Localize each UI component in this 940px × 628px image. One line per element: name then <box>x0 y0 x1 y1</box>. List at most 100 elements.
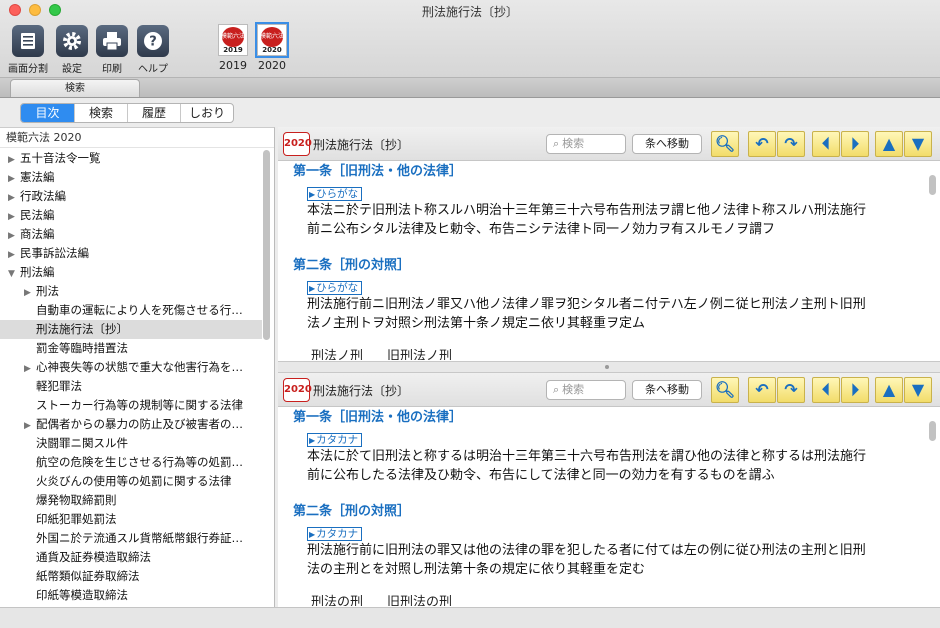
go-to-article-button[interactable]: 条へ移動 <box>632 380 702 400</box>
disclosure-arrow-icon[interactable]: ▶ <box>24 284 36 301</box>
tree-item[interactable]: ▶ 五十音法令一覧 <box>0 149 262 168</box>
tree-item[interactable]: 紙幣類似証券取締法 <box>0 567 262 586</box>
toc-tree: ▶ 五十音法令一覧 ▶ 憲法編 ▶ 行政法編 ▶ 民法編 ▶ 商法編 ▶ 民事訴訟法編 ▼ 刑… <box>0 149 262 605</box>
search-tab[interactable]: 検索 <box>10 79 140 97</box>
tree-item[interactable]: ▶ 商法編 <box>0 225 262 244</box>
help-label: ヘルプ <box>138 64 168 75</box>
article-body: 刑法施行前ニ旧刑法ノ罪又ハ他ノ法律ノ罪ヲ犯シタル者ニ付テハ左ノ例ニ従ヒ刑法ノ主刑… <box>307 297 866 331</box>
tree-item-selected[interactable]: 刑法施行法〔抄〕 <box>0 320 262 339</box>
forward-button[interactable]: ↷ <box>777 131 805 157</box>
pane-search-input[interactable]: ⌕ 検索 <box>546 380 626 400</box>
katakana-toggle[interactable]: ▶カタカナ <box>307 527 363 541</box>
disclosure-arrow-icon[interactable]: ▶ <box>8 246 20 263</box>
status-bar <box>0 607 940 628</box>
tree-item[interactable]: 罰金等臨時措置法 <box>0 339 262 358</box>
previous-law-button[interactable]: ⏴ <box>812 131 840 157</box>
tab-bookmarks[interactable]: しおり <box>180 104 233 122</box>
previous-law-button[interactable]: ⏴ <box>812 377 840 403</box>
skip-back-icon: ⏴ <box>821 380 830 399</box>
splitter-handle-icon[interactable] <box>605 365 609 369</box>
next-law-button[interactable]: ⏵ <box>841 131 869 157</box>
book-cover-icon: 模範六法 2019 <box>218 24 248 56</box>
tree-item[interactable]: ▶ 民事訴訟法編 <box>0 244 262 263</box>
go-to-article-button[interactable]: 条へ移動 <box>632 134 702 154</box>
forward-button[interactable]: ↷ <box>777 377 805 403</box>
tree-item[interactable]: 軽犯罪法 <box>0 377 262 396</box>
tree-item[interactable]: 印紙等模造取締法 <box>0 586 262 605</box>
help-icon: ? <box>137 25 169 57</box>
search-button[interactable]: 🔍︎ <box>711 131 739 157</box>
book-2019-label: 2019 <box>219 59 247 72</box>
window-titlebar: 刑法施行法〔抄〕 画面分割 設定 印刷 ? ヘルプ 模範六法 2019 2019 <box>0 0 940 78</box>
previous-article-button[interactable]: ▲ <box>875 131 903 157</box>
tab-search[interactable]: 検索 <box>74 104 127 122</box>
curved-forward-arrow-icon: ↷ <box>784 380 798 399</box>
help-button[interactable]: ? ヘルプ <box>128 25 178 75</box>
tree-item[interactable]: ▶ 憲法編 <box>0 168 262 187</box>
tree-item[interactable]: 通貨及証券模造取締法 <box>0 548 262 567</box>
back-button[interactable]: ↶ <box>748 377 776 403</box>
disclosure-arrow-icon[interactable]: ▶ <box>8 189 20 206</box>
search-button[interactable]: 🔍︎ <box>711 377 739 403</box>
tab-contents[interactable]: 目次 <box>21 104 74 122</box>
skip-forward-icon: ⏵ <box>850 380 859 399</box>
skip-back-icon: ⏴ <box>821 134 830 153</box>
penalty-table-header: 刑法の刑 旧刑法の刑 <box>311 595 453 606</box>
tree-item[interactable]: ▼ 刑法編 <box>0 263 262 282</box>
tree-item[interactable]: 外国ニ於テ流通スル貨幣紙幣銀行券証… <box>0 529 262 548</box>
edition-badge: 2020 <box>283 132 312 156</box>
tree-item[interactable]: ▶ 行政法編 <box>0 187 262 206</box>
pane-scrollbar[interactable] <box>929 175 936 195</box>
next-law-button[interactable]: ⏵ <box>841 377 869 403</box>
tree-item[interactable]: ▶ 心神喪失等の状態で重大な他害行為を… <box>0 358 262 377</box>
tree-item[interactable]: 火炎びんの使用等の処罰に関する法律 <box>0 472 262 491</box>
tree-item[interactable]: 印紙犯罪処罰法 <box>0 510 262 529</box>
triangle-down-icon: ▼ <box>911 380 925 399</box>
svg-text:?: ? <box>149 35 157 50</box>
book-2019-button[interactable]: 模範六法 2019 2019 <box>216 24 250 72</box>
pane-search-input[interactable]: ⌕ 検索 <box>546 134 626 154</box>
next-article-button[interactable]: ▼ <box>904 377 932 403</box>
lower-document-pane: 2020 刑法施行法〔抄〕 ⌕ 検索 条へ移動 🔍︎ ↶ ↷ ⏴ ⏵ ▲ ▼ 第一… <box>278 373 940 607</box>
tree-item[interactable]: ▶ 民法編 <box>0 206 262 225</box>
disclosure-arrow-icon[interactable]: ▶ <box>8 227 20 244</box>
next-article-button[interactable]: ▼ <box>904 131 932 157</box>
tab-history[interactable]: 履歴 <box>127 104 180 122</box>
printer-icon <box>96 25 128 57</box>
hiragana-toggle[interactable]: ▶ひらがな <box>307 281 363 295</box>
tree-item[interactable]: 決闘罪ニ関スル件 <box>0 434 262 453</box>
pane-title: 刑法施行法〔抄〕 <box>313 138 410 152</box>
disclosure-arrow-icon[interactable]: ▼ <box>8 265 20 282</box>
play-triangle-icon: ▶ <box>309 284 316 293</box>
pane-scrollbar[interactable] <box>929 421 936 441</box>
article-body: 本法に於て旧刑法と称するは明治十三年第三十六号布告刑法を謂ひ他の法律と称するは刑… <box>307 449 867 483</box>
split-screen-label: 画面分割 <box>8 64 48 75</box>
article-body: 本法ニ於テ旧刑法ト称スルハ明治十三年第三十六号布告刑法ヲ謂ヒ他ノ法律ト称スルハ刑… <box>307 203 867 237</box>
tree-item[interactable]: 爆発物取締罰則 <box>0 491 262 510</box>
pane-content: 第一条［旧刑法・他の法律］ ▶カタカナ 本法に於て旧刑法と称するは明治十三年第三… <box>278 408 926 606</box>
article-heading: 第二条［刑の対照］ <box>293 258 411 273</box>
split-screen-icon <box>12 25 44 57</box>
penalty-table-header: 刑法ノ刑 旧刑法ノ刑 <box>311 349 453 360</box>
sidebar-scrollbar[interactable] <box>263 150 270 340</box>
pane-splitter[interactable] <box>278 361 940 373</box>
window-title: 刑法施行法〔抄〕 <box>421 5 518 19</box>
hiragana-toggle[interactable]: ▶ひらがな <box>307 187 363 201</box>
tree-item[interactable]: ▶ 刑法 <box>0 282 262 301</box>
katakana-toggle[interactable]: ▶カタカナ <box>307 433 363 447</box>
back-button[interactable]: ↶ <box>748 131 776 157</box>
previous-article-button[interactable]: ▲ <box>875 377 903 403</box>
tree-item[interactable]: 航空の危険を生じさせる行為等の処罰… <box>0 453 262 472</box>
tree-item[interactable]: 自動車の運転により人を死傷させる行… <box>0 301 262 320</box>
tree-item[interactable]: ▶ 配偶者からの暴力の防止及び被害者の… <box>0 415 262 434</box>
curved-forward-arrow-icon: ↷ <box>784 134 798 153</box>
disclosure-arrow-icon[interactable]: ▶ <box>8 208 20 225</box>
disclosure-arrow-icon[interactable]: ▶ <box>8 151 20 168</box>
split-screen-button[interactable]: 画面分割 <box>3 25 53 75</box>
disclosure-arrow-icon[interactable]: ▶ <box>24 360 36 377</box>
book-2020-button[interactable]: 模範六法 2020 2020 <box>255 22 289 72</box>
tree-item[interactable]: ストーカー行為等の規制等に関する法律 <box>0 396 262 415</box>
edition-badge: 2020 <box>283 378 312 402</box>
disclosure-arrow-icon[interactable]: ▶ <box>8 170 20 187</box>
disclosure-arrow-icon[interactable]: ▶ <box>24 417 36 434</box>
